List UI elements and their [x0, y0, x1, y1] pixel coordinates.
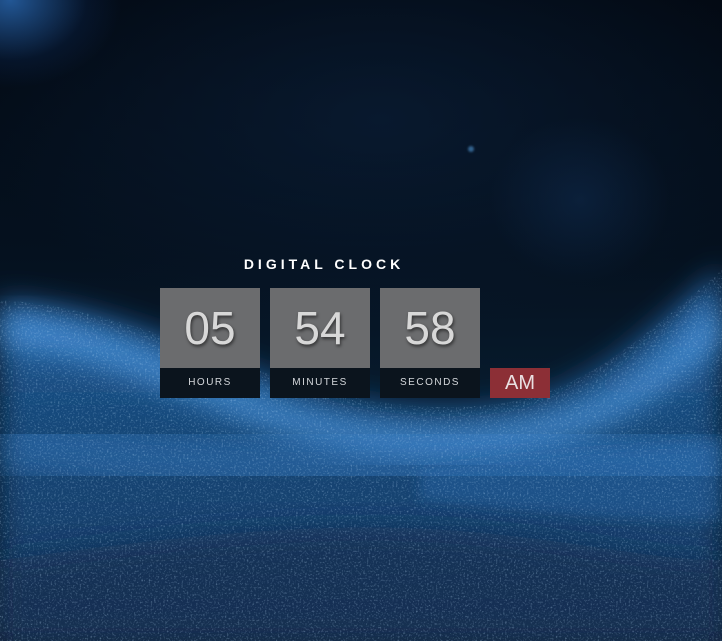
clock-page: DIGITAL CLOCK 05 HOURS 54 MINUTES 58 SEC…: [0, 0, 722, 641]
hours-label: HOURS: [160, 368, 260, 398]
hours-value: 05: [160, 288, 260, 368]
seconds-unit: 58 SECONDS: [380, 288, 480, 398]
clock-title: DIGITAL CLOCK: [243, 256, 405, 272]
minutes-unit: 54 MINUTES: [270, 288, 370, 398]
hours-unit: 05 HOURS: [160, 288, 260, 398]
minutes-label: MINUTES: [270, 368, 370, 398]
clock-display: 05 HOURS 54 MINUTES 58 SECONDS AM: [160, 288, 550, 398]
seconds-label: SECONDS: [380, 368, 480, 398]
minutes-value: 54: [270, 288, 370, 368]
meridiem-badge: AM: [490, 368, 550, 398]
light-spot: [468, 146, 474, 152]
seconds-value: 58: [380, 288, 480, 368]
